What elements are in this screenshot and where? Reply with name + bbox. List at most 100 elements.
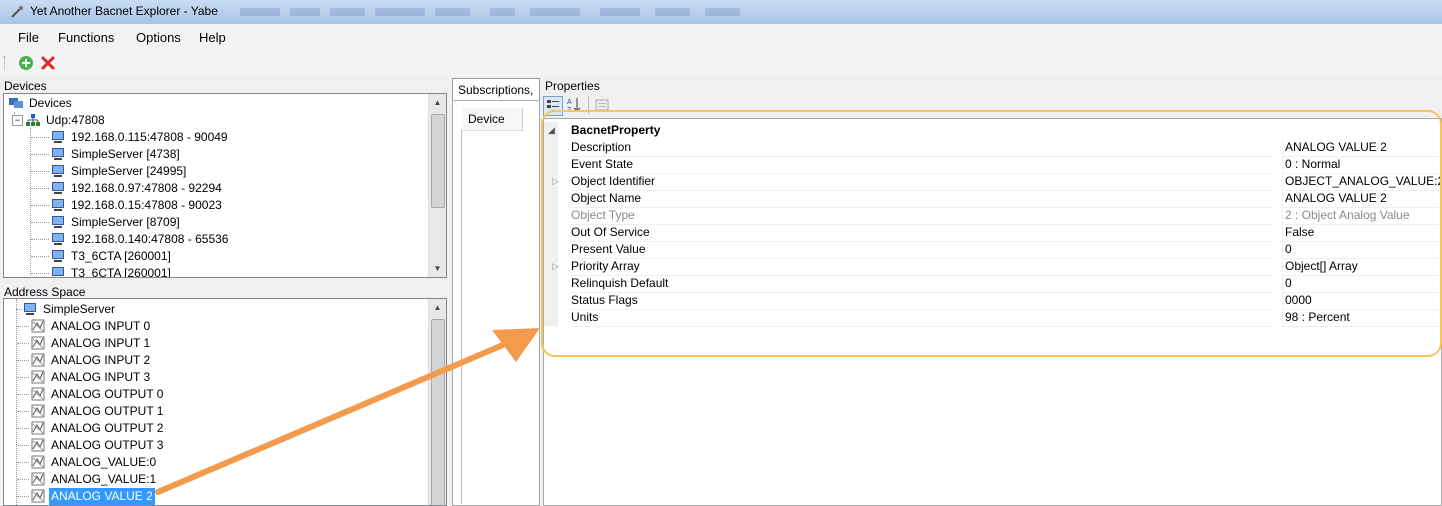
toolbar xyxy=(0,50,1442,76)
device-icon xyxy=(52,267,64,276)
analog-object-icon xyxy=(31,336,45,350)
device-icon xyxy=(52,182,64,194)
blurred-region xyxy=(655,8,690,16)
toolbar-grip xyxy=(4,56,7,70)
scroll-up-icon[interactable]: ▲ xyxy=(429,299,446,316)
tree-node-device[interactable]: SimpleServer [4738] xyxy=(50,146,182,163)
analog-object-icon xyxy=(31,404,45,418)
tree-node-label: Devices xyxy=(29,96,72,110)
blurred-region xyxy=(490,8,515,16)
tree-node-label: 192.168.0.140:47808 - 65536 xyxy=(71,232,229,246)
analog-object-icon xyxy=(31,319,45,333)
tab-device[interactable]: Device xyxy=(462,108,523,131)
tree-node-label: ANALOG INPUT 1 xyxy=(51,336,151,350)
tree-node-device[interactable]: T3_6CTA [260001] xyxy=(50,248,173,265)
tree-node-device[interactable]: SimpleServer [8709] xyxy=(50,214,182,231)
properties-label: Properties xyxy=(545,79,600,93)
tree-node-label: T3_6CTA [260001] xyxy=(71,249,171,263)
tab-subscriptions[interactable]: Subscriptions, xyxy=(452,78,540,101)
tree-node-label: SimpleServer [24995] xyxy=(71,164,187,178)
tree-node-label: SimpleServer [8709] xyxy=(71,215,180,229)
tree-node-object[interactable]: ANALOG INPUT 0 xyxy=(30,318,152,335)
tree-node-object[interactable]: ANALOG OUTPUT 1 xyxy=(30,403,165,420)
menu-options[interactable]: Options xyxy=(136,30,181,45)
tree-node-label: SimpleServer xyxy=(43,302,116,316)
menu-functions[interactable]: Functions xyxy=(58,30,114,45)
tree-node-device[interactable]: SimpleServer [24995] xyxy=(50,163,188,180)
devices-label: Devices xyxy=(4,79,47,93)
svg-text:A: A xyxy=(567,99,572,106)
device-icon xyxy=(52,250,64,262)
device-icon xyxy=(52,165,64,177)
tree-node-object[interactable]: ANALOG_VALUE:0 xyxy=(30,454,158,471)
scroll-up-icon[interactable]: ▲ xyxy=(429,94,446,111)
analog-object-icon xyxy=(31,353,45,367)
blurred-region xyxy=(330,8,365,16)
menu-help[interactable]: Help xyxy=(199,30,226,45)
tree-node-object[interactable]: ANALOG OUTPUT 3 xyxy=(30,437,165,454)
device-icon xyxy=(52,131,64,143)
device-icon xyxy=(52,199,64,211)
title-bar: Yet Another Bacnet Explorer - Yabe xyxy=(0,0,1442,25)
blurred-region xyxy=(375,8,425,16)
analog-object-icon xyxy=(31,489,45,503)
tree-node-object[interactable]: ANALOG OUTPUT 0 xyxy=(30,386,165,403)
tree-node-object[interactable]: ANALOG INPUT 2 xyxy=(30,352,152,369)
analog-object-icon xyxy=(31,438,45,452)
tree-node-device[interactable]: 192.168.0.15:47808 - 90023 xyxy=(50,197,224,214)
analog-object-icon xyxy=(31,387,45,401)
tree-node-server[interactable]: SimpleServer xyxy=(16,301,117,318)
tree-node-label: ANALOG_VALUE:0 xyxy=(51,455,157,469)
tree-node-devices-root[interactable]: Devices xyxy=(8,95,74,112)
blurred-region xyxy=(240,8,280,16)
devices-icon xyxy=(9,98,23,108)
scroll-thumb[interactable] xyxy=(431,114,445,208)
tree-node-label: ANALOG VALUE 2 xyxy=(49,488,155,505)
tree-node-label: Udp:47808 xyxy=(46,113,105,127)
tree-node-label: ANALOG INPUT 0 xyxy=(51,319,151,333)
add-icon[interactable] xyxy=(18,55,34,71)
tree-node-label: ANALOG OUTPUT 0 xyxy=(51,387,164,401)
collapse-icon[interactable]: − xyxy=(12,115,23,126)
tree-node-label: ANALOG OUTPUT 1 xyxy=(51,404,164,418)
tree-node-label: SimpleServer [4738] xyxy=(71,147,180,161)
tree-node-label: ANALOG INPUT 2 xyxy=(51,353,151,367)
device-icon xyxy=(52,216,64,228)
annotation-arrow xyxy=(155,328,540,495)
tree-node-device[interactable]: 192.168.0.97:47808 - 92294 xyxy=(50,180,224,197)
address-space-label: Address Space xyxy=(4,285,86,299)
tree-node-label: 192.168.0.15:47808 - 90023 xyxy=(71,198,222,212)
menu-bar: File Functions Options Help xyxy=(0,24,1442,50)
tree-node-label: ANALOG OUTPUT 2 xyxy=(51,421,164,435)
computer-icon xyxy=(24,303,36,315)
tree-node-label: ANALOG_VALUE:1 xyxy=(51,472,157,486)
tree-node-object[interactable]: ANALOG OUTPUT 2 xyxy=(30,420,165,437)
highlight-outline xyxy=(541,110,1442,357)
menu-file[interactable]: File xyxy=(18,30,39,45)
tree-node-label: 192.168.0.97:47808 - 92294 xyxy=(71,181,222,195)
devices-tree[interactable]: Devices − Udp:47808 192.168.0.115:47808 -… xyxy=(3,93,447,278)
blurred-region xyxy=(705,8,740,16)
tree-node-object[interactable]: ANALOG INPUT 3 xyxy=(30,369,152,386)
analog-object-icon xyxy=(31,370,45,384)
tree-node-device[interactable]: T3_6CTA [260001] xyxy=(50,265,173,278)
tree-node-label: 192.168.0.115:47808 - 90049 xyxy=(71,130,228,144)
tree-node-device[interactable]: 192.168.0.140:47808 - 65536 xyxy=(50,231,230,248)
devices-scrollbar[interactable]: ▲ ▼ xyxy=(428,94,446,277)
analog-object-icon xyxy=(31,421,45,435)
scroll-down-icon[interactable]: ▼ xyxy=(429,260,446,277)
tree-node-object[interactable]: ANALOG_VALUE:1 xyxy=(30,471,158,488)
analog-object-icon xyxy=(31,472,45,486)
device-icon xyxy=(52,233,64,245)
network-icon xyxy=(26,114,40,126)
tree-node-label: T3_6CTA [260001] xyxy=(71,266,171,278)
tree-node-label: ANALOG INPUT 3 xyxy=(51,370,151,384)
tree-node-transport[interactable]: − Udp:47808 xyxy=(12,112,107,129)
blurred-region xyxy=(600,8,640,16)
delete-icon[interactable] xyxy=(40,55,56,71)
tree-node-label: ANALOG OUTPUT 3 xyxy=(51,438,164,452)
tree-node-device[interactable]: 192.168.0.115:47808 - 90049 xyxy=(50,129,230,146)
tree-node-object[interactable]: ANALOG VALUE 2 xyxy=(30,488,155,505)
tree-node-object[interactable]: ANALOG INPUT 1 xyxy=(30,335,152,352)
analog-object-icon xyxy=(31,455,45,469)
